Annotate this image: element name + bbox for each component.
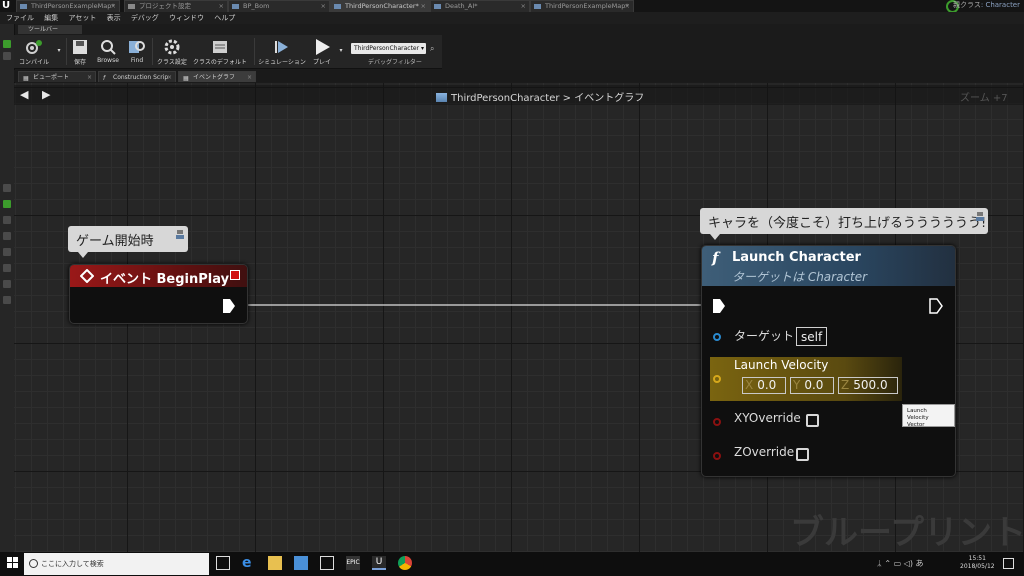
mail-icon[interactable]	[320, 556, 334, 570]
launch-character-node[interactable]: f Launch Character ターゲットは Character ターゲッ…	[701, 245, 956, 477]
pin-icon[interactable]	[176, 230, 184, 240]
node-subtitle: ターゲットは Character	[732, 270, 868, 284]
epic-launcher-icon[interactable]: EPIC	[346, 556, 360, 570]
target-pin-icon[interactable]	[713, 333, 721, 341]
exec-out-pin-icon[interactable]	[929, 298, 943, 314]
z-override-checkbox[interactable]	[796, 448, 809, 461]
volume-icon[interactable]: ◁)	[904, 559, 913, 568]
function-icon: f	[712, 249, 719, 267]
comment-bubble-begin-play[interactable]: ゲーム開始時	[68, 226, 188, 258]
target-value-field[interactable]: self	[796, 327, 828, 346]
edge-browser-icon[interactable]: e	[242, 556, 256, 570]
target-label: ターゲット	[734, 329, 795, 343]
pin-icon[interactable]	[976, 212, 984, 222]
network-icon[interactable]: ▭	[894, 559, 902, 568]
node-title: イベント BeginPlay	[100, 272, 230, 287]
bool-pin-icon[interactable]	[713, 452, 721, 460]
windows-start-icon[interactable]	[7, 557, 19, 569]
velocity-z-field[interactable]: Z 500.0	[838, 377, 898, 394]
launch-velocity-label: Launch Velocity	[734, 358, 829, 372]
people-icon[interactable]: ᛦ	[877, 559, 882, 568]
taskbar-search-input[interactable]: ここに入力して検索	[24, 553, 209, 575]
node-title: Launch Character	[732, 250, 861, 265]
chrome-icon[interactable]	[398, 556, 412, 570]
store-icon[interactable]	[294, 556, 308, 570]
task-view-icon[interactable]	[216, 556, 230, 570]
unreal-editor-icon[interactable]: U	[372, 556, 386, 570]
xy-override-checkbox[interactable]	[806, 414, 819, 427]
comment-bubble-launch[interactable]: キャラを（今度こそ）打ち上げるうううううう!	[700, 208, 988, 240]
vector-pin-icon[interactable]	[713, 375, 721, 383]
system-tray[interactable]: ᛦ ⌃ ▭ ◁) あ	[877, 558, 924, 569]
velocity-y-field[interactable]: Y 0.0	[790, 377, 834, 394]
ime-icon[interactable]: あ	[916, 559, 924, 568]
xy-override-label: XYOverride	[734, 411, 801, 425]
exec-in-pin-icon[interactable]	[712, 298, 726, 314]
event-icon	[80, 269, 94, 283]
taskbar-clock[interactable]: 15:51 2018/05/12	[960, 555, 995, 571]
event-begin-play-node[interactable]: イベント BeginPlay	[69, 264, 248, 324]
bool-pin-icon[interactable]	[713, 418, 721, 426]
file-explorer-icon[interactable]	[268, 556, 282, 570]
z-override-label: ZOverride	[734, 445, 795, 459]
velocity-x-field[interactable]: X 0.0	[742, 377, 786, 394]
notifications-icon[interactable]	[1003, 558, 1014, 569]
search-icon	[29, 559, 38, 568]
delegate-pin-icon[interactable]	[230, 270, 240, 280]
pin-tooltip: Launch Velocity Vector	[902, 404, 955, 428]
exec-out-pin-icon[interactable]	[222, 298, 236, 314]
